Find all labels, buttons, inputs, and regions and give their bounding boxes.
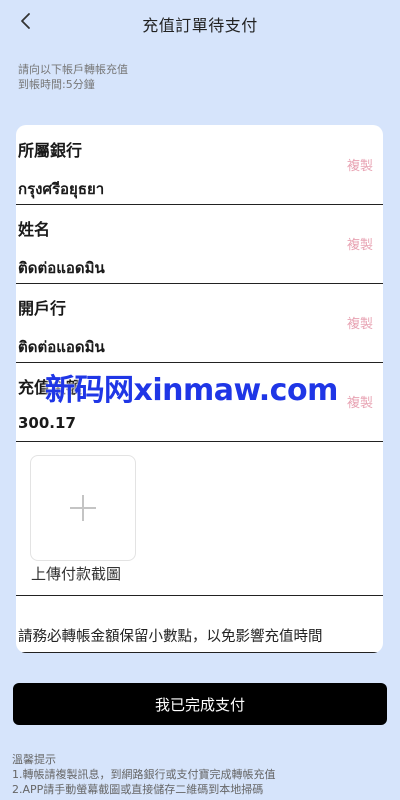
copy-amount-button[interactable]: 複製 [347, 392, 373, 411]
field-value: ติดต่อแอดมิน [18, 259, 105, 277]
decimal-warning: 請務必轉帳金額保留小數點，以免影響充值時間 [18, 629, 323, 645]
field-label: 充值金額 [18, 378, 83, 397]
upload-label: 上傳付款截圖 [31, 565, 122, 583]
divider [16, 652, 383, 653]
payment-info-card: 所屬銀行 กรุงศรีอยุธยา 複製 姓名 ติดต่อแอดมิน 複製… [16, 125, 383, 653]
back-icon[interactable] [14, 10, 36, 32]
field-amount: 充值金額 300.17 複製 [16, 362, 383, 442]
field-name: 姓名 ติดต่อแอดมิน 複製 [16, 204, 383, 284]
divider [16, 595, 383, 596]
tips-line-2: 2.APP請手動螢幕截圖或直接儲存二維碼到本地掃碼 [12, 783, 264, 796]
upload-screenshot-button[interactable] [30, 455, 136, 561]
tips-title: 溫馨提示 [12, 753, 56, 766]
field-value: กรุงศรีอยุธยา [18, 180, 105, 198]
copy-bank-button[interactable]: 複製 [347, 155, 373, 174]
notice-line-2: 到帳時間:5分鐘 [18, 78, 95, 91]
transfer-notice: 請向以下帳戶轉帳充值 到帳時間:5分鐘 [18, 62, 128, 92]
field-value: ติดต่อแอดมิน [18, 338, 105, 356]
header-bar: 充值訂單待支付 [0, 0, 400, 48]
copy-branch-button[interactable]: 複製 [347, 313, 373, 332]
field-label: 姓名 [18, 220, 51, 239]
notice-line-1: 請向以下帳戶轉帳充值 [18, 63, 128, 76]
payment-complete-button[interactable]: 我已完成支付 [13, 683, 387, 725]
tips-line-1: 1.轉帳請複製訊息，到網路銀行或支付寶完成轉帳充值 [12, 768, 276, 781]
page-title: 充值訂單待支付 [142, 16, 258, 35]
plus-icon [70, 495, 96, 521]
field-label: 開戶行 [18, 299, 67, 318]
field-bank: 所屬銀行 กรุงศรีอยุธยา 複製 [16, 125, 383, 205]
field-value: 300.17 [18, 414, 76, 432]
field-branch: 開戶行 ติดต่อแอดมิน 複製 [16, 283, 383, 363]
field-label: 所屬銀行 [18, 141, 83, 160]
tips-section: 溫馨提示 1.轉帳請複製訊息，到網路銀行或支付寶完成轉帳充值 2.APP請手動螢… [12, 752, 276, 797]
copy-name-button[interactable]: 複製 [347, 234, 373, 253]
